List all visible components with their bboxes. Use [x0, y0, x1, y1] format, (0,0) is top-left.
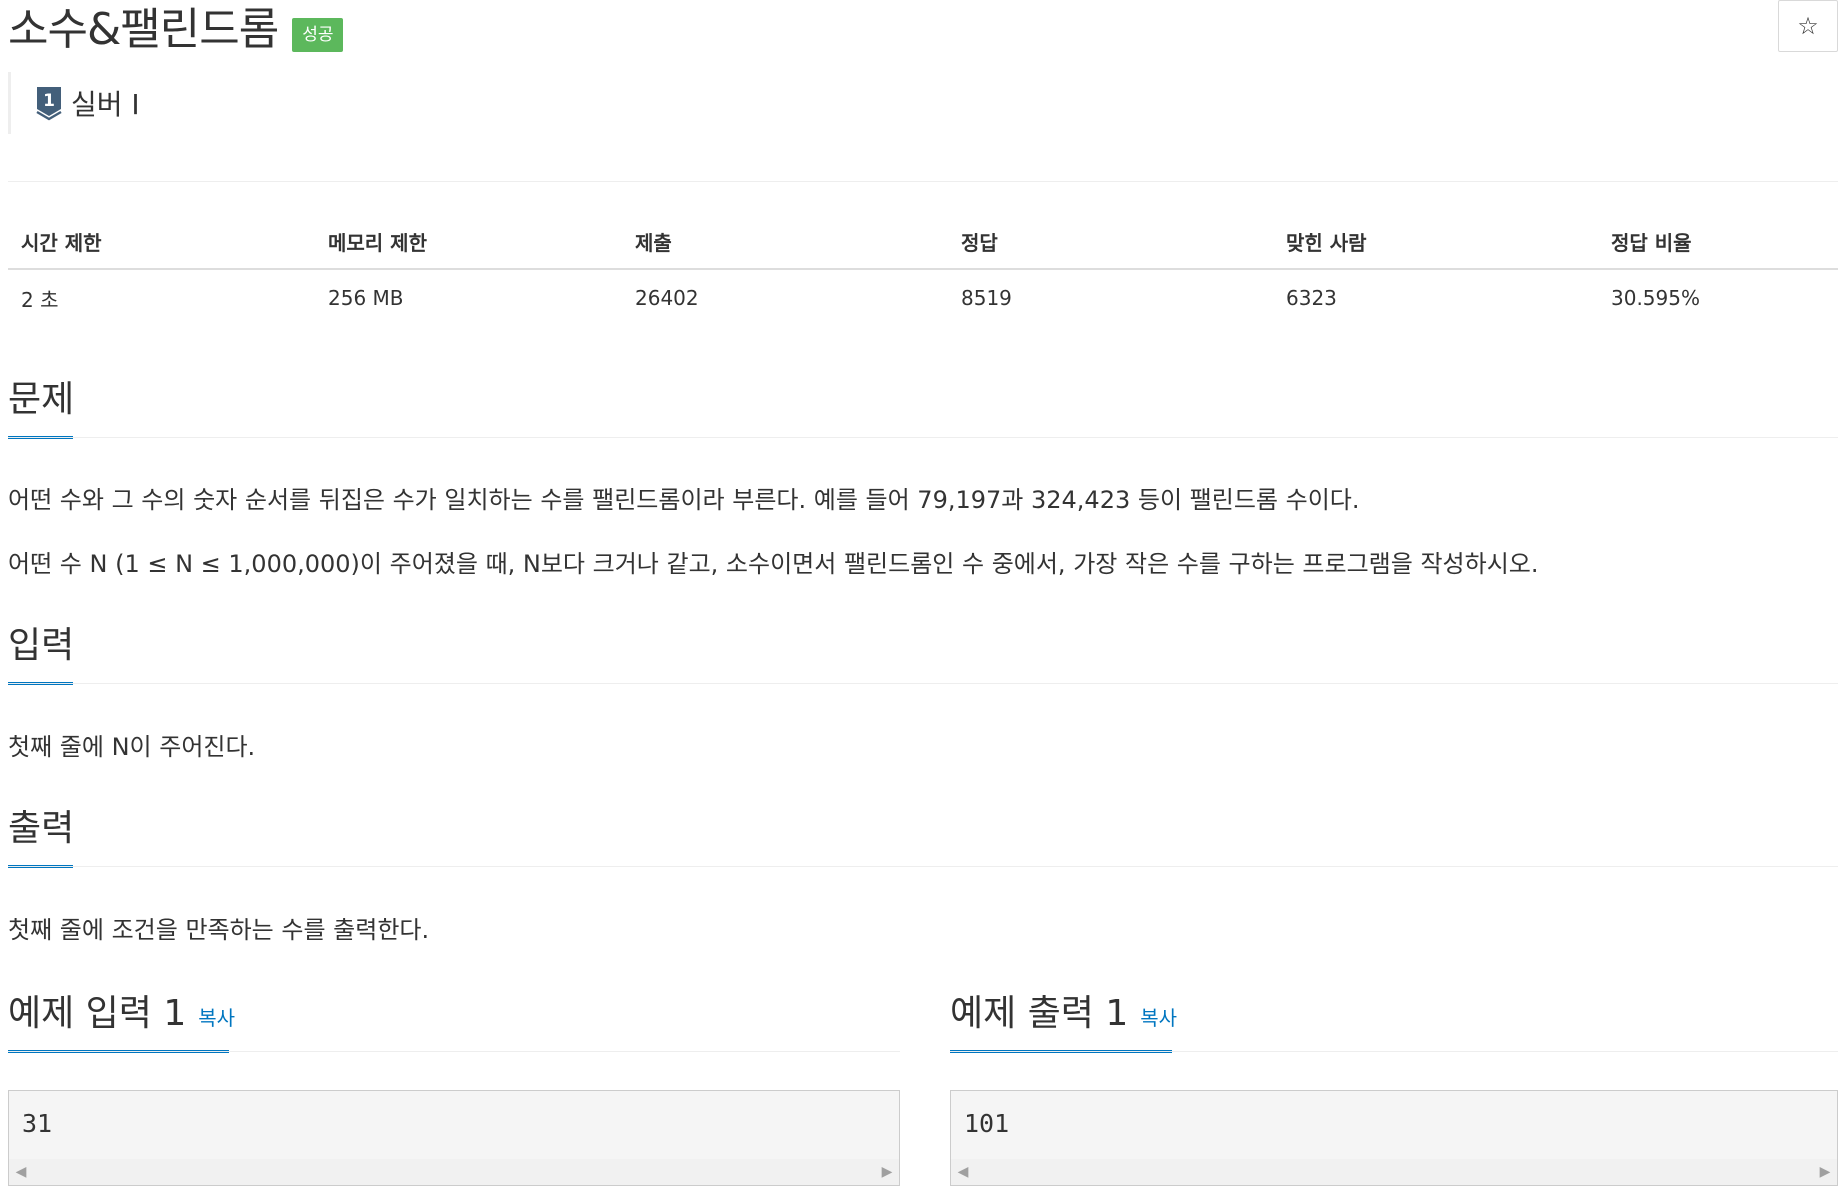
- sample-output-box[interactable]: 101 ◀ ▶: [950, 1090, 1838, 1186]
- tier-info: 1 실버 I: [8, 72, 140, 134]
- copy-sample-input-button[interactable]: 복사: [198, 996, 235, 1040]
- horizontal-scrollbar[interactable]: ◀ ▶: [951, 1159, 1837, 1185]
- problem-page: 소수&팰린드롬 성공 ☆ 1 실버 I 시간 제한 메모리 제한 제출 정답 맞…: [0, 0, 1846, 1190]
- horizontal-scrollbar[interactable]: ◀ ▶: [9, 1159, 899, 1185]
- status-badge: 성공: [292, 18, 344, 52]
- input-heading: 입력: [8, 625, 75, 666]
- header-memory-limit: 메모리 제한: [315, 214, 622, 270]
- tier-label[interactable]: 실버 I: [71, 83, 140, 123]
- copy-sample-output-button[interactable]: 복사: [1140, 996, 1177, 1040]
- divider: [8, 181, 1838, 182]
- problem-title: 소수&팰린드롬: [8, 4, 279, 55]
- sample-output-title: 예제 출력 1: [950, 993, 1129, 1034]
- divider: [950, 1051, 1838, 1052]
- sample-input-heading: 예제 입력 1 복사: [8, 992, 235, 1040]
- header-time-limit: 시간 제한: [8, 214, 315, 270]
- output-heading: 출력: [8, 808, 75, 849]
- divider: [8, 866, 1838, 867]
- input-description: 첫째 줄에 N이 주어진다.: [8, 733, 256, 761]
- value-solvers[interactable]: 6323: [1273, 269, 1598, 326]
- problem-paragraph: 어떤 수 N (1 ≤ N ≤ 1,000,000)이 주어졌을 때, N보다 …: [8, 550, 1539, 578]
- divider: [8, 1051, 900, 1052]
- sample-input-title: 예제 입력 1: [8, 993, 187, 1034]
- value-time-limit: 2 초: [21, 287, 59, 312]
- problem-heading: 문제: [8, 379, 75, 420]
- scroll-right-arrow-icon[interactable]: ▶: [1813, 1159, 1837, 1185]
- header-accepted: 정답: [948, 214, 1273, 270]
- star-button[interactable]: ☆: [1778, 0, 1838, 52]
- value-ratio: 30.595%: [1611, 286, 1700, 310]
- problem-paragraph: 어떤 수와 그 수의 숫자 순서를 뒤집은 수가 일치하는 수를 팰린드롬이라 …: [8, 486, 1360, 514]
- header-submissions: 제출: [622, 214, 948, 270]
- value-accepted[interactable]: 8519: [948, 269, 1273, 326]
- value-memory-limit: 256 MB: [328, 286, 404, 310]
- scroll-left-arrow-icon[interactable]: ◀: [951, 1159, 975, 1185]
- sample-input-box[interactable]: 31 ◀ ▶: [8, 1090, 900, 1186]
- header-ratio: 정답 비율: [1598, 214, 1838, 270]
- divider: [8, 437, 1838, 438]
- divider: [8, 683, 1838, 684]
- sample-output-value: 101: [964, 1109, 1010, 1138]
- title-row: 소수&팰린드롬 성공: [8, 0, 344, 60]
- star-icon: ☆: [1797, 12, 1819, 40]
- sample-output-heading: 예제 출력 1 복사: [950, 992, 1177, 1040]
- scroll-right-arrow-icon[interactable]: ▶: [875, 1159, 899, 1185]
- info-value-row: 2 초 256 MB 26402 8519 6323 30.595%: [8, 269, 1838, 326]
- info-header-row: 시간 제한 메모리 제한 제출 정답 맞힌 사람 정답 비율: [8, 214, 1838, 270]
- sample-input-value: 31: [22, 1109, 53, 1138]
- silver-tier-icon: 1: [36, 87, 62, 121]
- output-description: 첫째 줄에 조건을 만족하는 수를 출력한다.: [8, 916, 430, 944]
- tier-number: 1: [43, 91, 55, 111]
- header-solvers: 맞힌 사람: [1273, 214, 1598, 270]
- scroll-left-arrow-icon[interactable]: ◀: [9, 1159, 33, 1185]
- problem-info-table: 시간 제한 메모리 제한 제출 정답 맞힌 사람 정답 비율 2 초 256 M…: [8, 214, 1838, 326]
- value-submissions[interactable]: 26402: [622, 269, 948, 326]
